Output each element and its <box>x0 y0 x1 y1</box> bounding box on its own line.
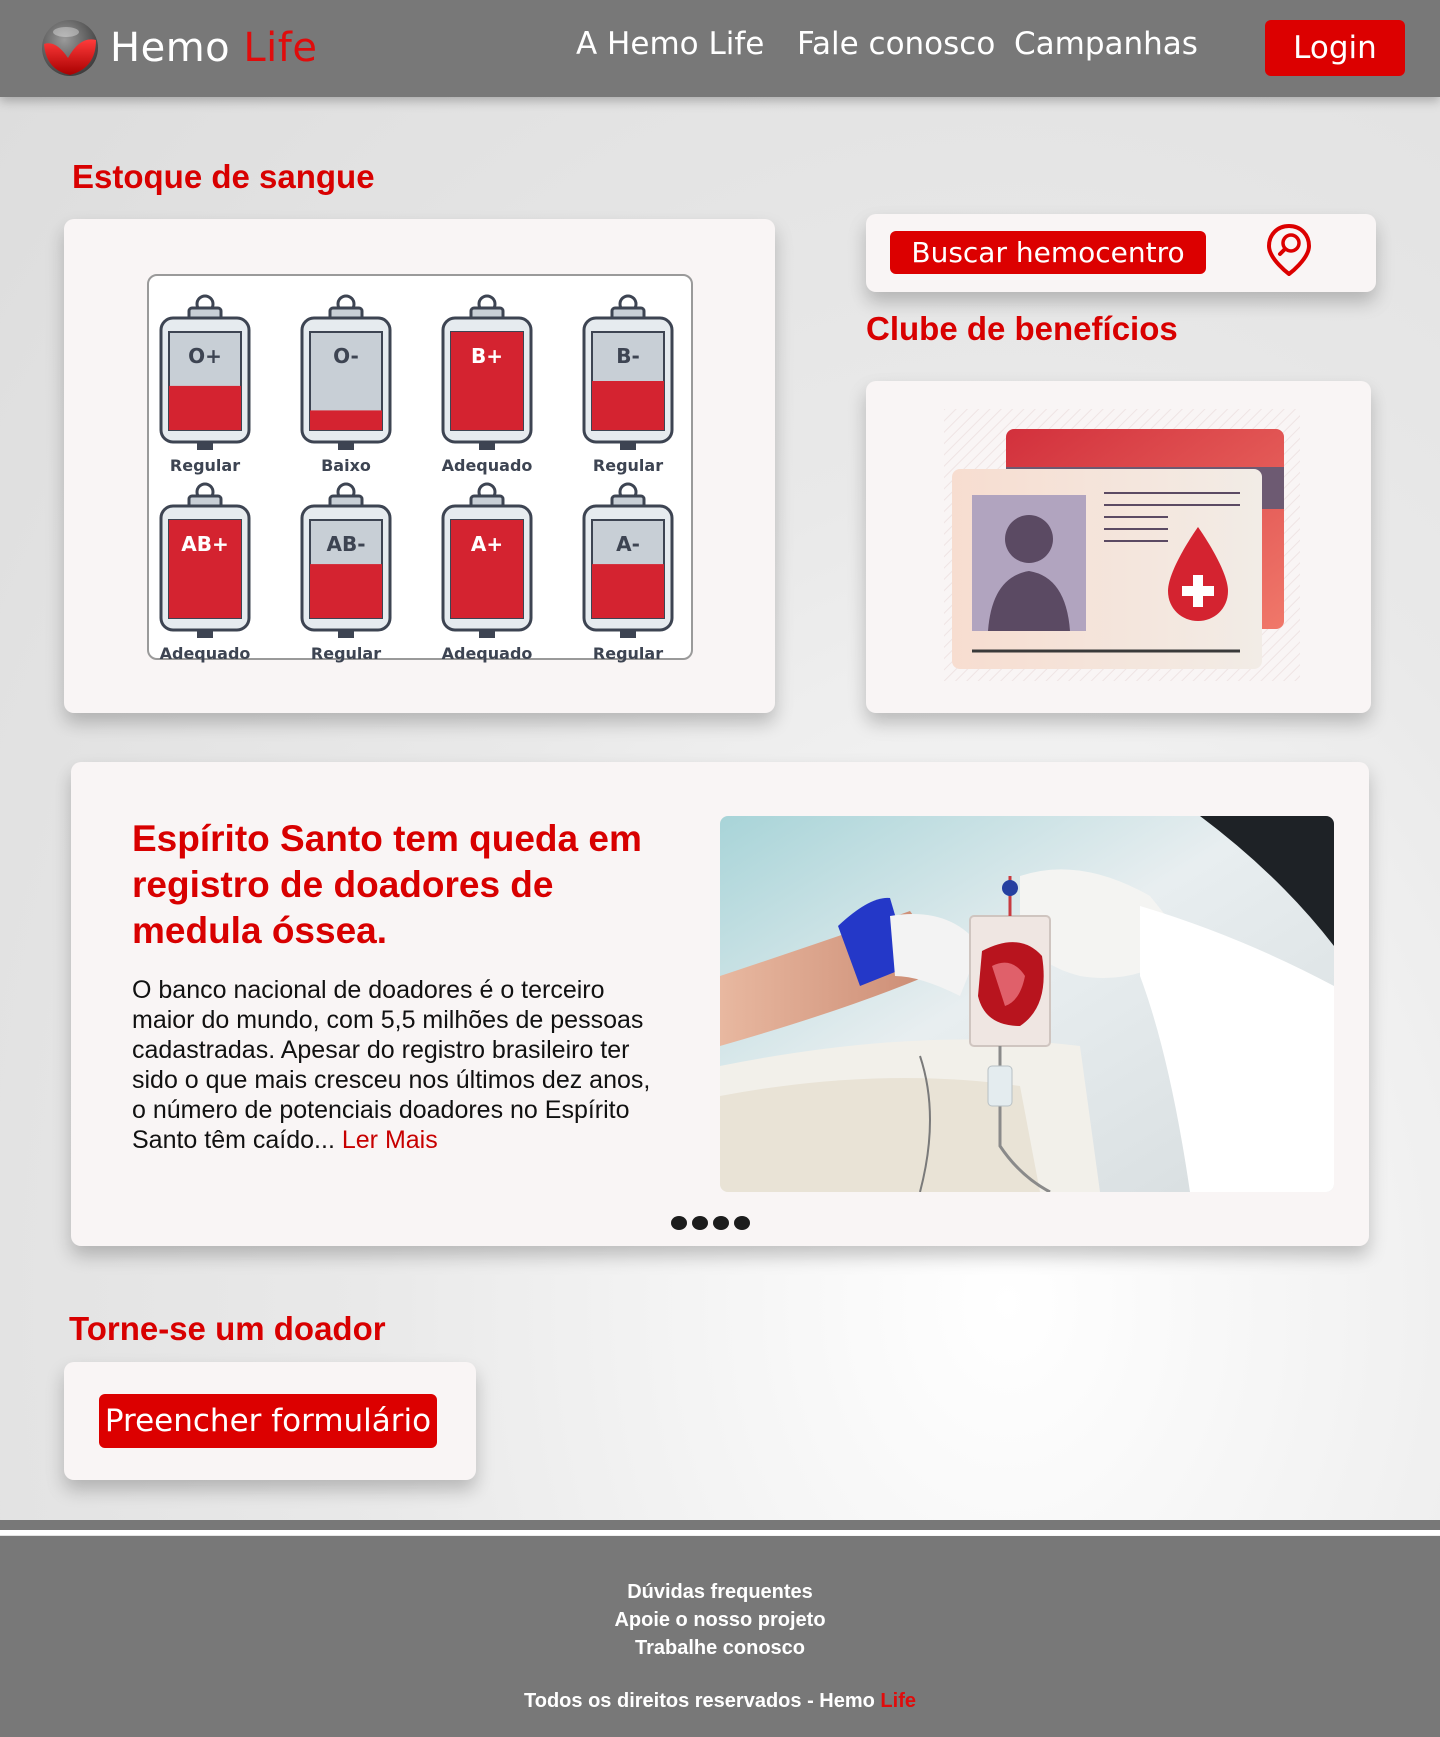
stock-status-label: Regular <box>592 456 664 475</box>
blood-bag: AB- Regular <box>300 480 396 663</box>
blood-bag: AB+ Adequado <box>159 480 255 663</box>
footer-link-careers[interactable]: Trabalhe conosco <box>0 1634 1440 1662</box>
blood-stock-grid: O+ Regular O- Baixo B+ Adequado B- Regular AB+ Ad… <box>147 274 693 663</box>
map-pin-search-icon[interactable] <box>1266 224 1312 276</box>
blood-bag-icon <box>441 294 533 450</box>
stock-card: O+ Regular O- Baixo B+ Adequado B- Regular AB+ Ad… <box>64 219 775 713</box>
read-more-link[interactable]: Ler Mais <box>342 1126 438 1154</box>
footer-link-support[interactable]: Apoie o nosso projeto <box>0 1606 1440 1634</box>
news-card: Espírito Santo tem queda em registro de … <box>71 762 1369 1246</box>
fill-form-button[interactable]: Preencher formulário <box>99 1394 437 1448</box>
search-card: Buscar hemocentro <box>866 214 1376 292</box>
blood-type-label: AB+ <box>181 532 229 556</box>
benefits-card[interactable] <box>866 381 1371 713</box>
copyright: Todos os direitos reservados - Hemo Life <box>524 1690 916 1712</box>
benefits-title: Clube de benefícios <box>866 310 1178 347</box>
blood-bag: O- Baixo <box>300 292 396 475</box>
news-summary: O banco nacional de doadores é o terceir… <box>132 976 651 1154</box>
blood-type-label: O+ <box>188 344 222 368</box>
carousel-dot[interactable] <box>692 1216 708 1230</box>
blood-bag: A- Regular <box>582 480 678 663</box>
stock-status-label: Adequado <box>441 456 533 475</box>
blood-bag: O+ Regular <box>159 292 255 475</box>
blood-bag-icon <box>582 482 674 638</box>
find-blood-center-button[interactable]: Buscar hemocentro <box>890 231 1206 274</box>
blood-bag: B- Regular <box>582 292 678 475</box>
footer-links: Dúvidas frequentes Apoie o nosso projeto… <box>0 1578 1440 1662</box>
brand-name: Hemo Life <box>110 25 318 71</box>
donor-card-icon <box>944 409 1300 681</box>
news-photo <box>720 816 1334 1192</box>
stock-status-label: Regular <box>169 456 241 475</box>
blood-type-label: B+ <box>470 344 503 368</box>
login-button[interactable]: Login <box>1265 20 1405 76</box>
blood-bag-icon <box>159 482 251 638</box>
blood-bag-icon <box>441 482 533 638</box>
news-headline[interactable]: Espírito Santo tem queda em registro de … <box>132 816 672 954</box>
blood-bag: A+ Adequado <box>441 480 537 663</box>
blood-type-label: AB- <box>326 532 366 556</box>
nav-campaigns[interactable]: Campanhas <box>1014 26 1198 62</box>
nav-contact[interactable]: Fale conosco <box>797 26 995 62</box>
footer: Dúvidas frequentes Apoie o nosso projeto… <box>0 1536 1440 1737</box>
carousel-dots <box>671 1216 750 1230</box>
blood-bag-icon <box>582 294 674 450</box>
blood-type-label: O- <box>333 344 359 368</box>
carousel-dot[interactable] <box>713 1216 729 1230</box>
stock-status-label: Adequado <box>159 644 251 663</box>
stock-status-label: Regular <box>310 644 382 663</box>
stock-title: Estoque de sangue <box>72 158 375 195</box>
footer-divider <box>0 1520 1440 1535</box>
donor-title: Torne-se um doador <box>69 1310 386 1347</box>
blood-type-label: A+ <box>470 532 504 556</box>
blood-bag-icon <box>300 294 392 450</box>
nav-about[interactable]: A Hemo Life <box>576 26 764 62</box>
carousel-dot[interactable] <box>734 1216 750 1230</box>
blood-bag: B+ Adequado <box>441 292 537 475</box>
blood-bag-icon <box>159 294 251 450</box>
blood-bag-icon <box>300 482 392 638</box>
footer-link-faq[interactable]: Dúvidas frequentes <box>0 1578 1440 1606</box>
stock-status-label: Regular <box>592 644 664 663</box>
blood-type-label: B- <box>616 344 640 368</box>
stock-status-label: Baixo <box>321 456 371 475</box>
stock-status-label: Adequado <box>441 644 533 663</box>
logo-icon <box>42 20 98 76</box>
carousel-dot[interactable] <box>671 1216 687 1230</box>
donor-card: Preencher formulário <box>64 1362 476 1480</box>
blood-type-label: A- <box>616 532 640 556</box>
brand-logo[interactable]: Hemo Life <box>40 18 317 78</box>
header: Hemo Life A Hemo Life Fale conosco Campa… <box>0 0 1440 97</box>
